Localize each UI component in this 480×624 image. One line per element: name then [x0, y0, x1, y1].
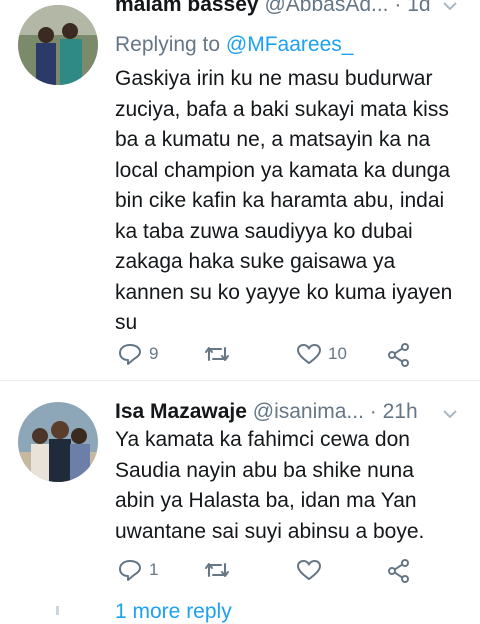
- retweet-button[interactable]: [203, 342, 237, 366]
- reply-icon: [119, 560, 141, 581]
- heart-icon: [297, 560, 321, 580]
- author-name[interactable]: malam bassey: [115, 0, 259, 16]
- tweet-text: Ya kamata ka fahimci cewa don Saudia nay…: [115, 428, 425, 543]
- tweet-2[interactable]: Isa Mazawaje @isanima... · 21h Ya kamata…: [0, 380, 480, 615]
- avatar-image: [18, 5, 98, 85]
- share-icon: [388, 559, 409, 583]
- author-handle[interactable]: @AbbasAd...: [264, 0, 388, 16]
- chevron-down-icon[interactable]: [442, 0, 458, 17]
- tweet-time[interactable]: 21h: [383, 400, 418, 423]
- tweet-1[interactable]: malam bassey @AbbasAd... · 1d Replying t…: [0, 0, 480, 378]
- heart-icon: [297, 344, 321, 364]
- avatar[interactable]: [18, 5, 98, 85]
- replying-to-label: Replying to: [115, 33, 221, 56]
- more-replies-link[interactable]: 1 more reply: [115, 600, 232, 624]
- tweet-time[interactable]: 1d: [407, 0, 430, 16]
- reply-icon: [119, 344, 141, 365]
- reply-button[interactable]: 1: [117, 558, 158, 582]
- retweet-button[interactable]: [203, 558, 237, 582]
- reply-count: 9: [149, 344, 159, 363]
- time-separator: ·: [394, 0, 402, 16]
- replying-to-mention[interactable]: @MFaarees_: [226, 33, 354, 56]
- reply-button[interactable]: 9: [117, 342, 158, 366]
- retweet-icon: [205, 563, 229, 577]
- retweet-icon: [205, 347, 229, 361]
- share-icon: [388, 343, 409, 367]
- tweet-header: malam bassey @AbbasAd... · 1d: [115, 0, 431, 17]
- author-handle[interactable]: @isanima...: [253, 400, 364, 423]
- author-name[interactable]: Isa Mazawaje: [115, 400, 247, 423]
- like-button[interactable]: 10: [296, 342, 347, 366]
- time-separator: ·: [369, 400, 377, 423]
- tweet-header: Isa Mazawaje @isanima... · 21h: [115, 400, 418, 424]
- share-button[interactable]: [386, 342, 412, 368]
- reply-count: 1: [149, 560, 159, 579]
- avatar-image: [18, 402, 98, 482]
- like-count: 10: [328, 344, 347, 363]
- share-button[interactable]: [386, 558, 412, 584]
- thread-connector: [56, 606, 59, 615]
- chevron-down-icon[interactable]: [442, 404, 458, 425]
- replying-to: Replying to @MFaarees_: [115, 33, 353, 57]
- avatar[interactable]: [18, 402, 98, 482]
- tweet-text: Gaskiya irin ku ne masu budurwar zuciya,…: [115, 67, 453, 334]
- like-button[interactable]: [296, 558, 328, 582]
